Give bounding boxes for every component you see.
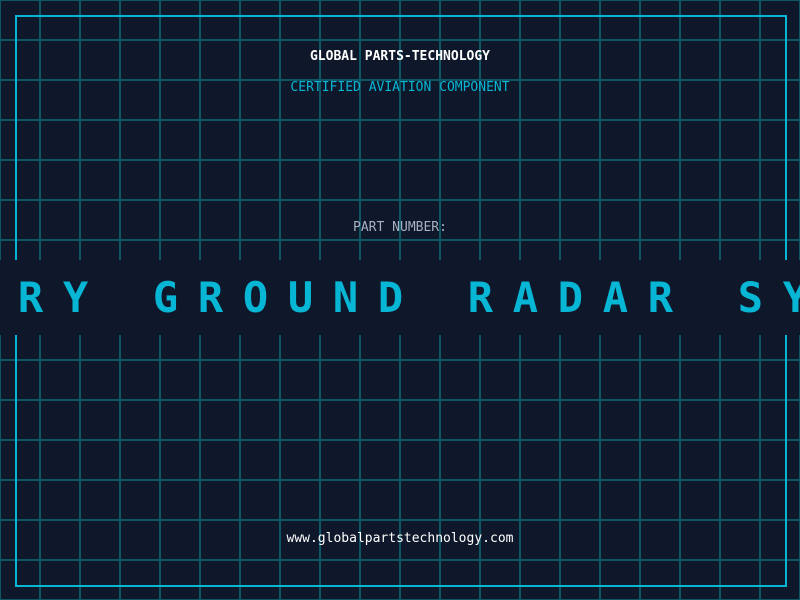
- part-number-marquee-band: PRIMARY GROUND RADAR SYSTEM: [0, 260, 800, 335]
- part-number-value: PRIMARY GROUND RADAR SYSTEM: [0, 273, 800, 322]
- company-title: GLOBAL PARTS-TECHNOLOGY: [309, 49, 490, 64]
- part-number-label: PART NUMBER:: [353, 220, 447, 235]
- certification-subtitle: CERTIFIED AVIATION COMPONENT: [290, 80, 510, 95]
- website-url[interactable]: www.globalpartstechnology.com: [0, 531, 800, 546]
